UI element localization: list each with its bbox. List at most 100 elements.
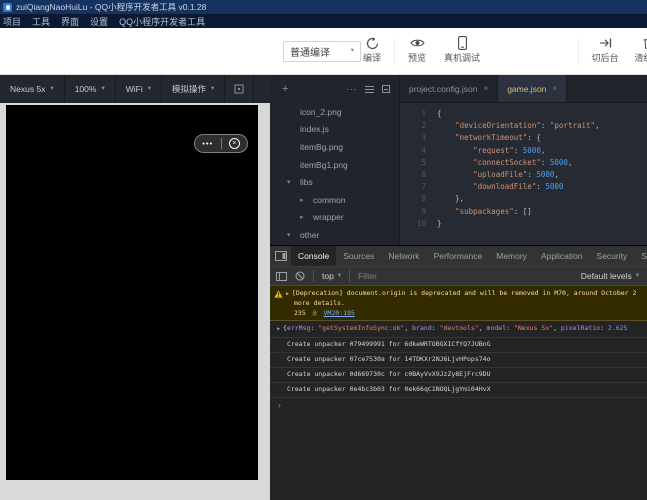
code-text: "downloadFile": 5000	[437, 181, 563, 193]
simulate-actions-select[interactable]: 模拟操作 ▾	[162, 75, 226, 103]
compile-mode-select[interactable]: 普通编译 ▾	[283, 41, 361, 62]
line-number: 8	[421, 194, 426, 204]
tab-close-icon[interactable]: ×	[484, 84, 489, 93]
zoom-select[interactable]: 100% ▾	[65, 75, 116, 103]
warning-message: [Deprecation] document.origin is depreca…	[292, 288, 637, 297]
file-tree: icon_2.png index.js itemBg.png itemBg1.png ▾…	[270, 103, 399, 245]
code-line: 9 "subpackages": []	[404, 206, 647, 218]
network-select[interactable]: WiFi ▾	[116, 75, 162, 103]
menu-item-3[interactable]: 界面	[61, 15, 79, 28]
add-file-icon[interactable]: +	[282, 83, 288, 95]
file-item-wrapper[interactable]: ▸ wrapper	[270, 209, 399, 227]
menu-item-5[interactable]: QQ小程序开发者工具	[119, 15, 205, 28]
file-item-itembg1-png[interactable]: itemBg1.png	[270, 156, 399, 174]
expand-arrow-icon[interactable]: ▶	[286, 291, 289, 297]
chevron-down-icon: ▾	[101, 84, 105, 92]
code-token: "connectSocket"	[473, 157, 541, 167]
clear-cache-button[interactable]: 清缓存	[628, 36, 647, 63]
console-sidebar-icon[interactable]	[276, 271, 287, 281]
code-token: "subpackages"	[455, 206, 514, 216]
console-filter-input[interactable]	[358, 271, 489, 281]
simulator-area: ••• ×	[0, 103, 270, 500]
more-icon[interactable]: ···	[347, 84, 358, 94]
menu-item-4[interactable]: 设置	[90, 15, 108, 28]
code-token: ,	[540, 145, 546, 155]
devtools-tab-console[interactable]: Console	[291, 246, 337, 266]
console-token: :	[431, 323, 440, 332]
console-warning-row[interactable]: ▶ [Deprecation] document.origin is depre…	[270, 286, 647, 321]
compile-button[interactable]: 编译	[352, 36, 392, 63]
menu-item-2[interactable]: 工具	[32, 15, 50, 28]
titlebar: zuiQiangNaoHuiLu - QQ小程序开发者工具 v0.1.28	[0, 0, 647, 14]
mini-program-screen[interactable]: ••• ×	[6, 105, 258, 480]
file-item-other[interactable]: ▾ other	[270, 226, 399, 244]
menu-icon[interactable]	[365, 85, 374, 93]
file-item-common[interactable]: ▸ common	[270, 191, 399, 209]
collapse-all-icon[interactable]	[382, 85, 390, 93]
file-item-icon-2-png[interactable]: icon_2.png	[270, 103, 399, 121]
console-toolbar: top ▾ Default levels ▾	[270, 267, 647, 286]
menu-item-1[interactable]: 项目	[3, 15, 21, 28]
console-token: :	[600, 323, 608, 332]
code-line: 5 "connectSocket": 5000,	[404, 157, 647, 169]
console-object-row[interactable]: ▶ {errMsg: "getSystemInfoSync:ok", brand…	[270, 321, 647, 338]
devtools-tab-storage[interactable]: Storage	[634, 246, 647, 266]
code-token: : {	[527, 133, 541, 143]
console-log-row: Create unpacker 0e4bc3b03 for 0ek66qC1NO…	[270, 383, 647, 398]
code-line: 10}	[404, 218, 647, 230]
preview-button[interactable]: 预览	[397, 36, 437, 63]
code-token: 5000	[549, 157, 568, 167]
devtools-tab-sources[interactable]: Sources	[336, 246, 381, 266]
source-link[interactable]: VM20:195	[324, 309, 355, 317]
devtools-tab-security[interactable]: Security	[590, 246, 635, 266]
code-token: ,	[567, 157, 573, 167]
code-text: "uploadFile": 5000,	[437, 169, 559, 181]
console-prompt[interactable]: ›	[270, 398, 647, 413]
devtools-tab-application[interactable]: Application	[534, 246, 590, 266]
new-window-icon[interactable]	[225, 75, 255, 103]
switch-background-button[interactable]: 切后台	[585, 36, 625, 63]
code-token: "deviceOrientation"	[455, 121, 541, 131]
chevron-down-icon: ▾	[211, 84, 215, 92]
toolbar-separator	[394, 38, 395, 66]
zoom-value: 100%	[74, 84, 97, 94]
clear-console-icon[interactable]	[295, 271, 305, 281]
code-token: }	[437, 218, 442, 228]
devtools-tab-memory[interactable]: Memory	[489, 246, 534, 266]
more-icon[interactable]: •••	[195, 140, 221, 148]
warning-line: ▶ [Deprecation] document.origin is depre…	[274, 289, 643, 298]
file-item-itembg-png[interactable]: itemBg.png	[270, 138, 399, 156]
close-mini-program-button[interactable]: ×	[222, 138, 248, 149]
file-name: other	[300, 229, 320, 240]
devtools-tab-performance[interactable]: Performance	[427, 246, 490, 266]
dock-side-icon[interactable]	[275, 251, 287, 261]
log-level-select[interactable]: Default levels ▾	[581, 271, 641, 281]
code-editor: project.config.json × game.json × 1{2 "devi…	[400, 75, 647, 245]
context-select[interactable]: top ▾	[322, 271, 341, 281]
remote-debug-button[interactable]: 真机调试	[442, 36, 482, 63]
code-token: :	[540, 157, 550, 167]
editor-content[interactable]: 1{2 "deviceOrientation": "portrait", 3 "n…	[400, 103, 647, 230]
toolbar-separator	[349, 270, 351, 282]
file-item-libs[interactable]: ▾ libs	[270, 173, 399, 191]
chevron-down-icon: ▾	[635, 271, 639, 279]
device-select[interactable]: Nexus 5x ▾	[0, 75, 65, 103]
devtools-tab-network[interactable]: Network	[381, 246, 426, 266]
device-name: Nexus 5x	[10, 84, 46, 94]
file-item-index-js[interactable]: index.js	[270, 121, 399, 139]
expand-arrow-icon[interactable]: ▶	[277, 325, 280, 334]
code-token: :	[540, 121, 550, 131]
code-token: },	[437, 194, 465, 204]
code-token: 5000	[536, 169, 555, 179]
menubar: 项目 工具 界面 设置 QQ小程序开发者工具	[0, 14, 647, 28]
tab-close-icon[interactable]: ×	[552, 84, 557, 93]
editor-tab-project-config-json[interactable]: project.config.json ×	[400, 75, 499, 102]
editor-tab-game-json[interactable]: game.json ×	[498, 75, 568, 102]
line-number: 7	[421, 182, 426, 192]
switch-background-label: 切后台	[591, 53, 619, 63]
app-window: zuiQiangNaoHuiLu - QQ小程序开发者工具 v0.1.28 项目…	[0, 0, 647, 500]
